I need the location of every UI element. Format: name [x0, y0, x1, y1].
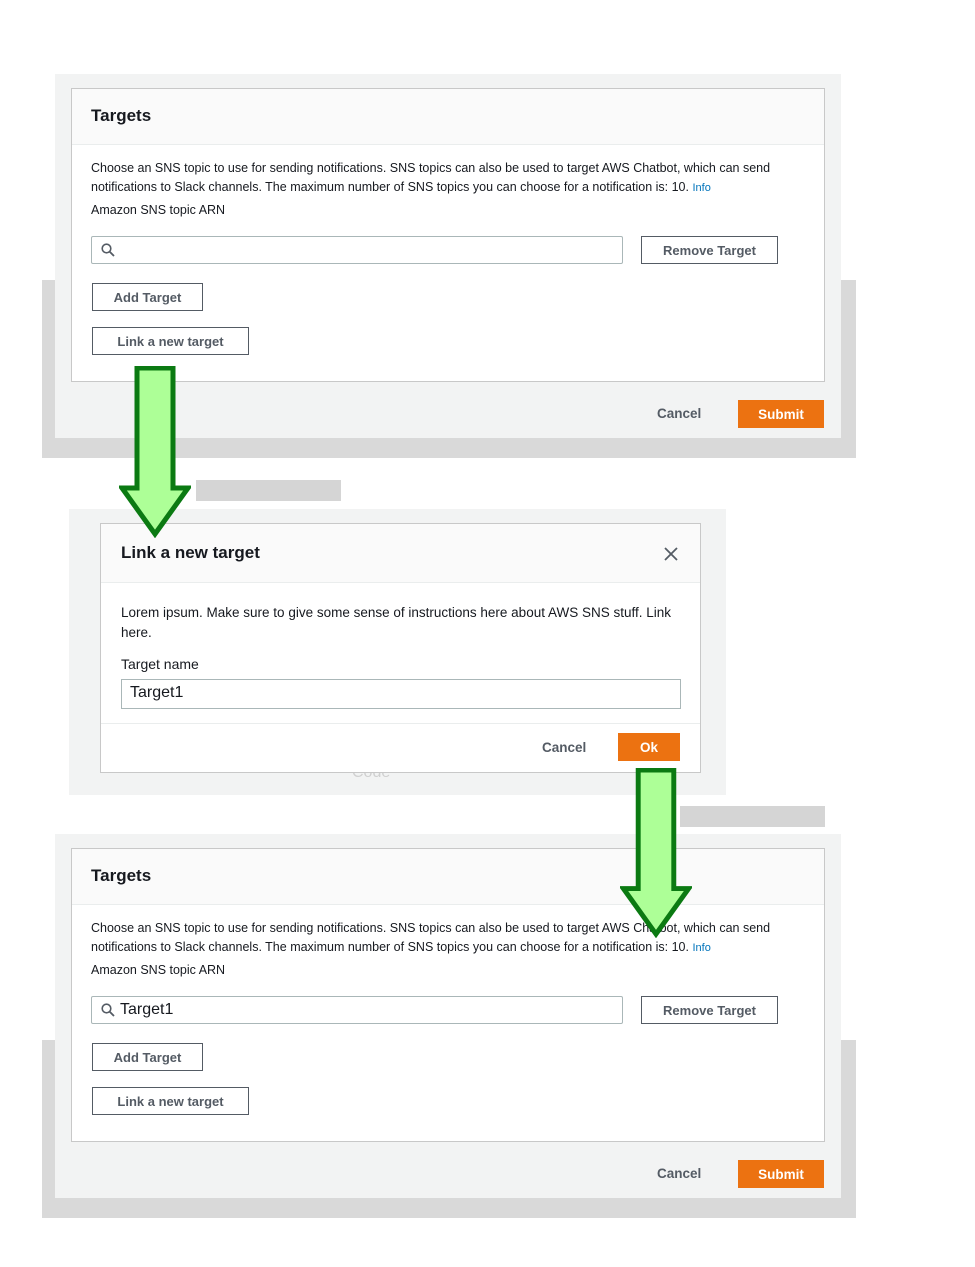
panel1-targets-card: Targets Choose an SNS topic to use for s… [71, 88, 825, 382]
panel2-cancel-button[interactable]: Cancel [657, 1166, 701, 1181]
panel1-title: Targets [72, 89, 824, 145]
panel1-description: Choose an SNS topic to use for sending n… [91, 159, 791, 198]
link-target-modal: Link a new target Lorem ipsum. Make sure… [100, 523, 701, 773]
panel2-targets-card: Targets Choose an SNS topic to use for s… [71, 848, 825, 1142]
panel2-submit-button[interactable]: Submit [738, 1160, 824, 1188]
search-icon [101, 1003, 115, 1017]
modal-description: Lorem ipsum. Make sure to give some sens… [121, 605, 672, 640]
modal-field-label: Target name [121, 656, 199, 672]
panel1-remove-target-button[interactable]: Remove Target [641, 236, 778, 264]
close-icon[interactable] [664, 547, 678, 561]
panel2-link-new-target-button[interactable]: Link a new target [92, 1087, 249, 1115]
panel1-description-text: Choose an SNS topic to use for sending n… [91, 161, 771, 194]
panel2-search-value: Target1 [120, 1001, 174, 1018]
panel2-arn-label: Amazon SNS topic ARN [91, 963, 226, 977]
panel1-arn-label: Amazon SNS topic ARN [91, 203, 226, 217]
panel2-search-input[interactable]: Target1 [91, 996, 623, 1024]
panel1-link-new-target-button[interactable]: Link a new target [92, 327, 249, 355]
placeholder-bar [680, 806, 825, 827]
target-name-input[interactable]: Target1 [121, 679, 681, 709]
panel1-cancel-button[interactable]: Cancel [657, 406, 701, 421]
arrow-down-icon [620, 768, 692, 938]
arrow-down-icon [119, 366, 191, 538]
modal-cancel-button[interactable]: Cancel [542, 740, 586, 755]
panel2-title: Targets [72, 849, 824, 905]
modal-ok-button[interactable]: Ok [618, 733, 680, 761]
panel1-submit-button[interactable]: Submit [738, 400, 824, 428]
target-name-value: Target1 [130, 684, 184, 701]
placeholder-bar [196, 480, 341, 501]
panel1-add-target-button[interactable]: Add Target [92, 283, 203, 311]
modal-footer-divider [101, 723, 700, 724]
panel1-info-link[interactable]: Info [692, 182, 710, 194]
search-icon [101, 243, 115, 257]
panel1-search-input[interactable] [91, 236, 623, 264]
panel2-add-target-button[interactable]: Add Target [92, 1043, 203, 1071]
panel2-info-link[interactable]: Info [692, 942, 710, 954]
panel2-remove-target-button[interactable]: Remove Target [641, 996, 778, 1024]
